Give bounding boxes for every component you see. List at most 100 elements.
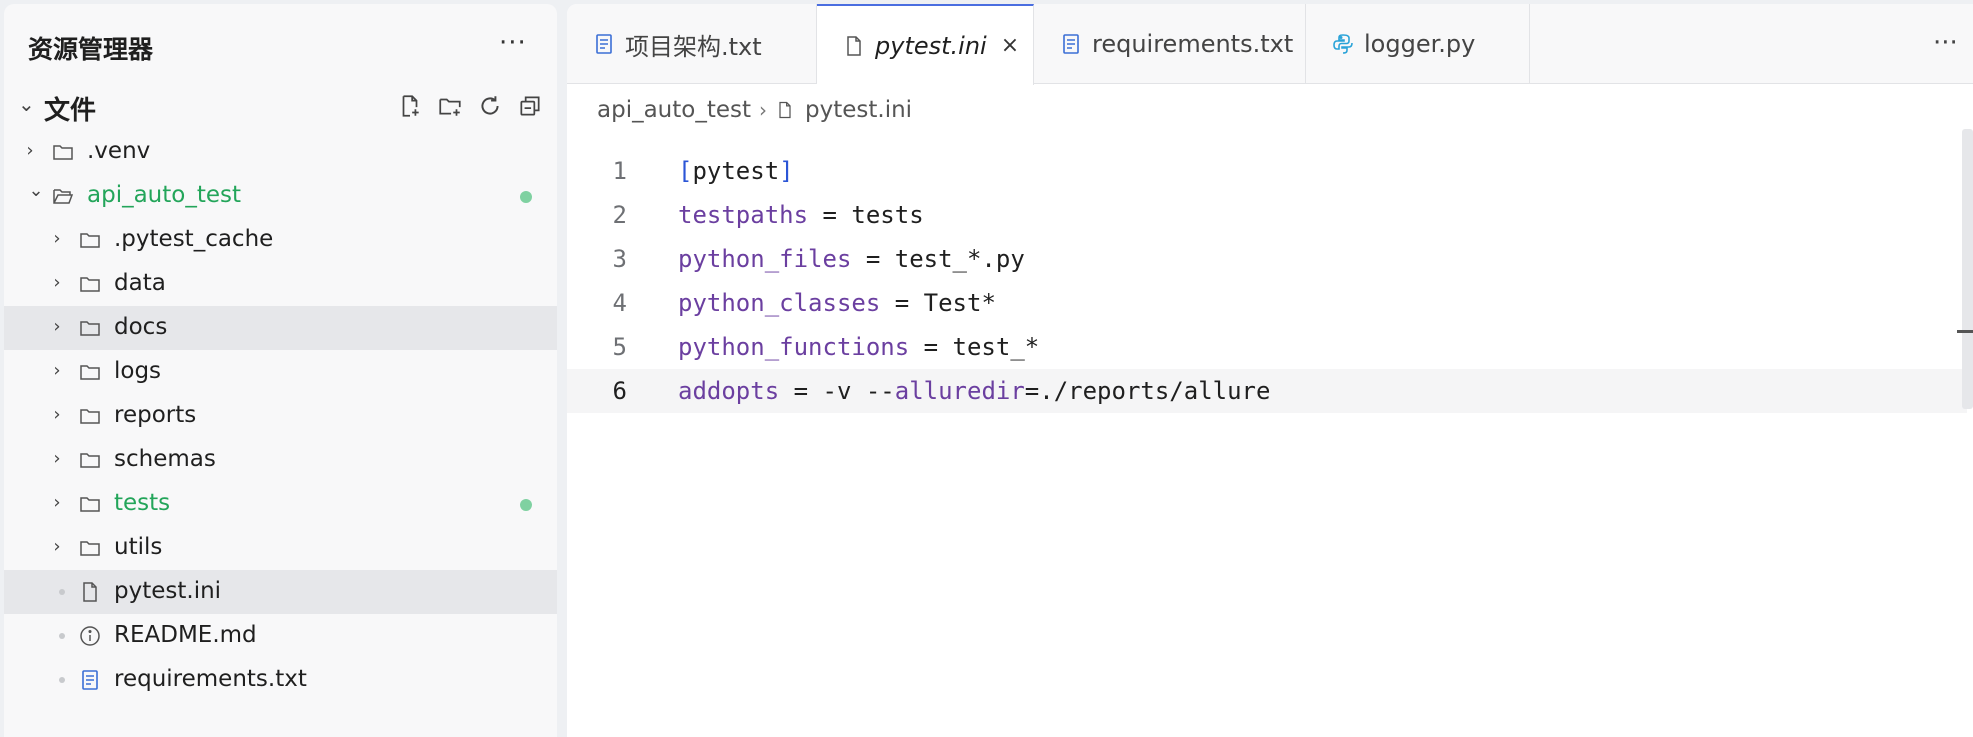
code-token: [ <box>678 157 693 185</box>
info-icon <box>77 623 103 649</box>
more-actions-icon[interactable]: ··· <box>1933 28 1958 58</box>
code-token: addopts <box>678 377 780 405</box>
code-line[interactable]: 2 testpaths = tests <box>567 193 1967 237</box>
tab-label: requirements.txt <box>1092 30 1294 58</box>
chevron-down-icon: ⌄ <box>18 92 35 116</box>
folder-icon <box>77 403 103 429</box>
tree-item-pytest-ini[interactable]: pytest.ini <box>4 570 557 614</box>
code-token: python_files <box>678 245 852 273</box>
chevron-right-icon: › <box>759 98 768 122</box>
line-content: python_functions = test_* <box>678 333 1039 361</box>
line-content: [pytest] <box>678 157 794 185</box>
tree-item-api-auto-test[interactable]: ⌄ api_auto_test <box>4 174 557 218</box>
line-content: addopts = -v --alluredir=./reports/allur… <box>678 377 1270 405</box>
tree-item-label: .pytest_cache <box>114 226 274 252</box>
tab-label: pytest.ini <box>875 31 987 60</box>
tree-item-tests[interactable]: › tests <box>4 482 557 526</box>
files-section-header[interactable]: ⌄ 文件 <box>4 84 557 128</box>
folder-icon <box>77 227 103 253</box>
tree-item-label: README.md <box>114 622 257 648</box>
text-file-icon <box>591 31 617 57</box>
tree-item-readme[interactable]: README.md <box>4 614 557 658</box>
file-icon <box>841 33 867 59</box>
collapse-all-icon[interactable] <box>516 92 544 120</box>
line-number: 3 <box>612 245 627 273</box>
tab-label: 项目架构.txt <box>625 32 762 61</box>
code-token: = -v -- <box>779 377 895 405</box>
tree-item-requirements[interactable]: requirements.txt <box>4 658 557 702</box>
code-line[interactable]: 5 python_functions = test_* <box>567 325 1967 369</box>
tab-pytest-ini[interactable]: pytest.ini × <box>817 4 1034 85</box>
tree-item-schemas[interactable]: › schemas <box>4 438 557 482</box>
chevron-right-icon: › <box>53 492 61 513</box>
tree-item-pytest-cache[interactable]: › .pytest_cache <box>4 218 557 262</box>
code-line[interactable]: 1 [pytest] <box>567 149 1967 193</box>
chevron-down-icon: ⌄ <box>28 180 44 201</box>
new-folder-icon[interactable] <box>436 92 464 120</box>
code-token: =./reports/allure <box>1024 377 1271 405</box>
tree-item-logs[interactable]: › logs <box>4 350 557 394</box>
file-icon <box>775 99 797 121</box>
file-icon <box>77 579 103 605</box>
tree-item-label: schemas <box>114 446 216 472</box>
close-icon[interactable]: × <box>1001 33 1019 58</box>
tree-item-label: tests <box>114 490 171 516</box>
modified-status-dot <box>520 499 532 511</box>
indent-dot <box>59 677 65 683</box>
breadcrumb-folder[interactable]: api_auto_test <box>597 97 751 123</box>
new-file-icon[interactable] <box>396 92 424 120</box>
chevron-right-icon: › <box>53 448 61 469</box>
editor-panel: 项目架构.txt pytest.ini × requirements.txt l… <box>567 4 1973 737</box>
vertical-scrollbar[interactable] <box>1962 129 1973 409</box>
chevron-right-icon: › <box>53 316 61 337</box>
refresh-icon[interactable] <box>476 92 504 120</box>
python-icon <box>1330 31 1356 57</box>
code-token: ] <box>779 157 794 185</box>
code-token: alluredir <box>894 377 1025 405</box>
tree-item-reports[interactable]: › reports <box>4 394 557 438</box>
line-content: python_files = test_*.py <box>678 245 1025 273</box>
tree-item-data[interactable]: › data <box>4 262 557 306</box>
tree-item-label: pytest.ini <box>114 578 222 604</box>
tab-label: logger.py <box>1364 30 1476 58</box>
files-section-label: 文件 <box>44 96 97 126</box>
tree-item-label: logs <box>114 358 162 384</box>
code-editor[interactable]: 1 [pytest] 2 testpaths = tests 3 python_files… <box>567 149 1967 413</box>
tree-item-venv[interactable]: › .venv <box>4 130 557 174</box>
code-line[interactable]: 4 python_classes = Test* <box>567 281 1967 325</box>
folder-icon <box>50 139 76 165</box>
code-line[interactable]: 6 addopts = -v --alluredir=./reports/allu… <box>567 369 1967 413</box>
folder-open-icon <box>50 183 76 209</box>
code-token: = Test* <box>880 289 996 317</box>
tab-logger-py[interactable]: logger.py <box>1306 4 1530 84</box>
tab-project-structure[interactable]: 项目架构.txt <box>567 4 817 84</box>
code-token: = test_*.py <box>851 245 1025 273</box>
explorer-panel: 资源管理器 ··· ⌄ 文件 › .venv ⌄ api_auto_test ›… <box>4 4 557 737</box>
text-file-icon <box>77 667 103 693</box>
tree-item-utils[interactable]: › utils <box>4 526 557 570</box>
code-line[interactable]: 3 python_files = test_*.py <box>567 237 1967 281</box>
code-token: python_classes <box>678 289 881 317</box>
tree-item-label: reports <box>114 402 197 428</box>
tree-item-docs[interactable]: › docs <box>4 306 557 350</box>
explorer-title: 资源管理器 <box>28 35 154 64</box>
folder-icon <box>77 491 103 517</box>
folder-icon <box>77 359 103 385</box>
line-number: 4 <box>612 289 627 317</box>
tree-item-label: docs <box>114 314 168 340</box>
tree-item-label: api_auto_test <box>87 182 242 208</box>
text-file-icon <box>1058 31 1084 57</box>
app-window: 资源管理器 ··· ⌄ 文件 › .venv ⌄ api_auto_test ›… <box>0 0 1973 737</box>
tree-item-label: .venv <box>87 138 151 164</box>
scroll-position-marker <box>1957 330 1973 333</box>
line-number: 5 <box>612 333 627 361</box>
breadcrumb-file[interactable]: pytest.ini <box>805 97 912 123</box>
more-actions-icon[interactable]: ··· <box>499 28 527 58</box>
folder-icon <box>77 447 103 473</box>
indent-dot <box>59 633 65 639</box>
line-content: testpaths = tests <box>678 201 924 229</box>
line-number: 6 <box>612 377 627 405</box>
tab-requirements[interactable]: requirements.txt <box>1034 4 1306 84</box>
chevron-right-icon: › <box>53 360 61 381</box>
folder-icon <box>77 535 103 561</box>
